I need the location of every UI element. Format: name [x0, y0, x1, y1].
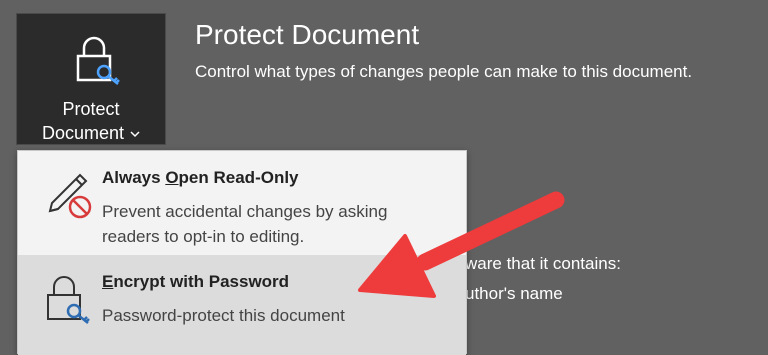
title-suffix: pen Read-Only: [178, 168, 299, 187]
menu-item-description: Prevent accidental changes by asking rea…: [102, 202, 388, 246]
title-accelerator: E: [102, 272, 114, 291]
protect-document-menu: Always Open Read-Only Prevent accidental…: [17, 150, 467, 355]
menu-item-title: Encrypt with Password: [102, 271, 289, 293]
protect-tile-label-line1: Protect: [62, 99, 120, 119]
menu-item-encrypt-with-password[interactable]: Encrypt with Password Password-protect t…: [18, 255, 466, 355]
chevron-down-icon: [130, 131, 140, 138]
protect-tile-label-line2: Document: [17, 122, 165, 144]
page-title: Protect Document: [195, 19, 420, 50]
page-subtitle: Control what types of changes people can…: [195, 62, 693, 81]
title-accelerator: O: [165, 168, 179, 187]
menu-item-title: Always Open Read-Only: [102, 167, 299, 189]
lock-key-icon: [76, 36, 120, 85]
title-suffix: ncrypt with Password: [113, 272, 290, 291]
menu-item-description: Password-protect this document: [102, 306, 345, 325]
pencil-no-icon: [48, 173, 92, 219]
title-prefix: Always: [102, 168, 166, 187]
protect-document-button[interactable]: Protect Document: [16, 13, 166, 145]
menu-item-always-open-read-only[interactable]: Always Open Read-Only Prevent accidental…: [18, 151, 466, 255]
protect-tile-label-line2-text: Document: [41, 123, 125, 143]
inspect-info-line2: uthor's name: [465, 284, 563, 303]
lock-key-icon: [47, 276, 90, 324]
inspect-info-line1: ware that it contains:: [465, 254, 621, 273]
